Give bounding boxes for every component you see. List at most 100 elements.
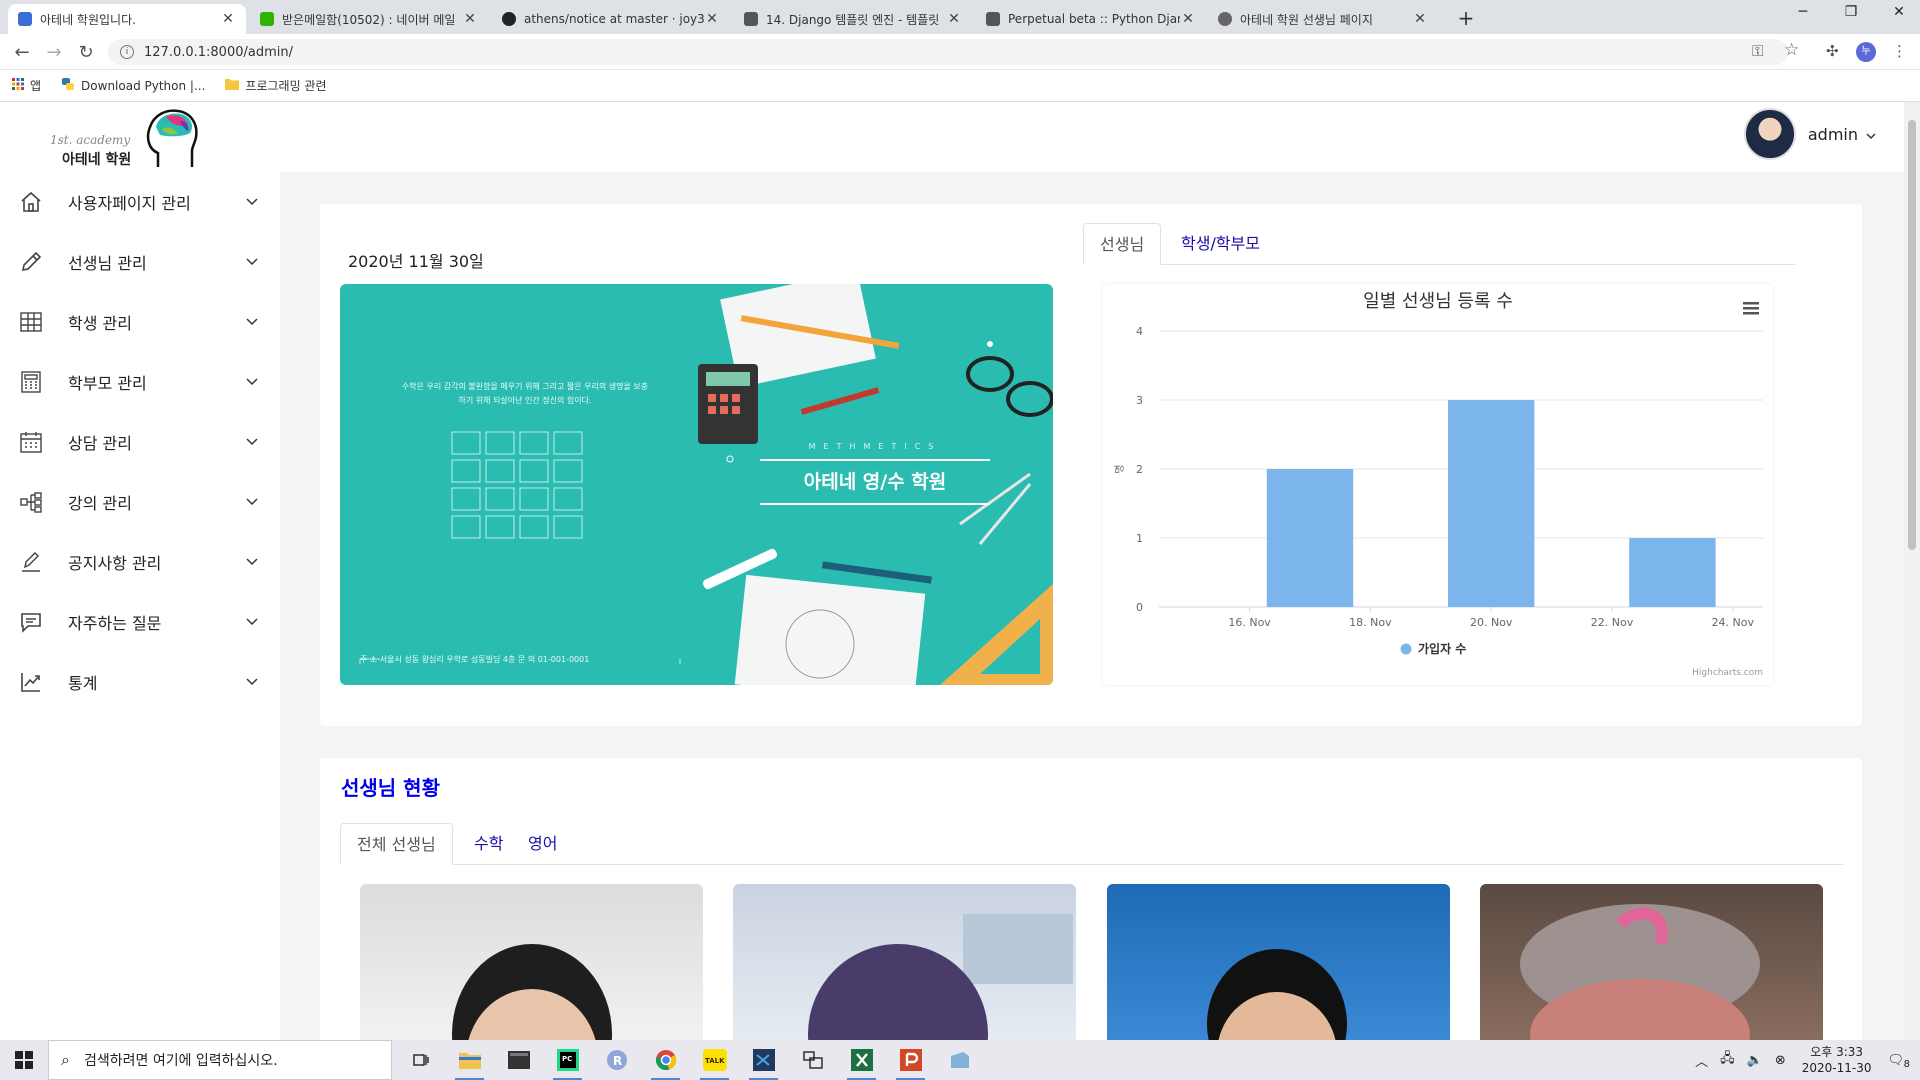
close-tab-icon[interactable]: ✕ [1412, 11, 1428, 27]
restore-window-icon[interactable]: ❐ [1836, 4, 1866, 20]
notification-center-icon[interactable]: 🗨 8 [1887, 1053, 1910, 1070]
vscode-icon[interactable] [739, 1040, 788, 1080]
powerpoint-icon[interactable] [886, 1040, 935, 1080]
minimize-window-icon[interactable]: ─ [1788, 4, 1818, 20]
site-favicon-icon [18, 12, 32, 26]
registration-chart: 일별 선생님 등록 수 0 1 2 3 4 명 16. Nov 18. Nov 20. Nov 22… [1103, 284, 1773, 685]
sidebar-item-teachers[interactable]: 선생님 관리 [0, 232, 280, 292]
close-tab-icon[interactable]: ✕ [704, 11, 720, 27]
academy-banner-image: 수학은 우리 감각의 불완함을 메우기 위해 그리고 짧은 우리의 생명을 보충… [340, 284, 1053, 685]
bookmark-star-icon[interactable]: ☆ [1784, 40, 1799, 60]
chrome-icon[interactable] [641, 1040, 690, 1080]
volume-icon[interactable]: 🔈 [1747, 1053, 1763, 1068]
sidebar-item-label: 강의 관리 [68, 494, 132, 513]
chevron-down-icon [246, 495, 266, 509]
banner-quote: 수학은 우리 감각의 불완함을 메우기 위해 그리고 짧은 우리의 생명을 보충… [401, 382, 649, 405]
x-tick-label: 22. Nov [1591, 616, 1634, 629]
browser-tab[interactable]: 14. Django 템플릿 엔진 - 템플릿 ✕ [734, 4, 972, 34]
sidebar-item-faq[interactable]: 자주하는 질문 [0, 592, 280, 652]
sidebar-item-user-pages[interactable]: 사용자페이지 관리 [0, 172, 280, 232]
tab-teachers[interactable]: 선생님 [1083, 223, 1162, 265]
tab-math[interactable]: 수학 [458, 823, 519, 865]
browser-tab-title: 아테네 학원 선생님 페이지 [1240, 12, 1373, 27]
key-icon[interactable]: ⚿ [1752, 42, 1763, 60]
page-scrollbar[interactable] [1904, 102, 1920, 1040]
chevron-down-icon [246, 375, 266, 389]
windows-start-icon[interactable] [0, 1040, 48, 1080]
notification-count: 8 [1903, 1058, 1910, 1070]
chart-menu-icon[interactable] [1743, 302, 1759, 315]
teacher-photo[interactable] [360, 884, 703, 1040]
reload-icon[interactable]: ↻ [76, 42, 96, 63]
search-placeholder: 검색하려면 여기에 입력하십시오. [83, 1053, 278, 1069]
chevron-down-icon [246, 195, 266, 209]
teacher-photo[interactable] [733, 884, 1076, 1040]
browser-tab-title: 아테네 학원입니다. [40, 12, 136, 27]
new-tab-button[interactable]: + [1454, 6, 1478, 30]
forward-arrow-icon[interactable]: → [44, 42, 64, 63]
network-icon[interactable]: 🖧 [1720, 1049, 1735, 1071]
app-icon[interactable] [935, 1040, 984, 1080]
user-menu[interactable]: admin [1743, 108, 1876, 160]
tab-all-teachers[interactable]: 전체 선생님 [340, 823, 453, 865]
bookmark-label: Download Python |... [81, 78, 206, 93]
sidebar-item-parents[interactable]: 학부모 관리 [0, 352, 280, 412]
window-manager-icon[interactable] [788, 1040, 837, 1080]
tab-students-parents[interactable]: 학생/학부모 [1165, 223, 1276, 265]
bookmark-folder[interactable]: 프로그래밍 관련 [225, 77, 327, 94]
browser-tab[interactable]: athens/notice at master · joy39 ✕ [492, 4, 730, 34]
academy-logo[interactable]: 1st. academy 아테네 학원 [50, 107, 200, 177]
sidebar-item-notices[interactable]: 공지사항 관리 [0, 532, 280, 592]
close-window-icon[interactable]: ✕ [1884, 4, 1914, 20]
taskbar-search-input[interactable]: ⌕ 검색하려면 여기에 입력하십시오. [48, 1040, 392, 1080]
sidebar-item-label: 선생님 관리 [68, 254, 147, 273]
profile-avatar-icon[interactable]: 누 [1856, 42, 1876, 62]
browser-tab-active[interactable]: 아테네 학원입니다. ✕ [8, 4, 246, 34]
sidebar-item-label: 자주하는 질문 [68, 614, 162, 633]
x-tick-label: 18. Nov [1349, 616, 1392, 629]
terminal-icon[interactable] [494, 1040, 543, 1080]
sidebar-item-label: 통계 [68, 674, 98, 693]
browser-tab-title: athens/notice at master · joy39 [524, 12, 704, 26]
close-tab-icon[interactable]: ✕ [1180, 11, 1196, 27]
teacher-photo[interactable] [1107, 884, 1450, 1040]
y-tick-label: 2 [1136, 463, 1143, 476]
kakaotalk-icon[interactable]: TALK [690, 1040, 739, 1080]
calendar-icon [18, 429, 44, 455]
sidebar-item-consultation[interactable]: 상담 관리 [0, 412, 280, 472]
scrollbar-thumb[interactable] [1908, 120, 1916, 550]
close-tab-icon[interactable]: ✕ [462, 11, 478, 27]
bookmark-apps[interactable]: 앱 [12, 77, 41, 94]
show-hidden-icons-icon[interactable]: ︿ [1695, 1051, 1708, 1070]
more-menu-icon[interactable]: ⋮ [1892, 42, 1907, 60]
sidebar-item-statistics[interactable]: 통계 [0, 652, 280, 712]
browser-tab[interactable]: Perpetual beta :: Python Django ✕ [976, 4, 1206, 34]
browser-tab[interactable]: 받은메일함(10502) : 네이버 메일 ✕ [250, 4, 488, 34]
extensions-puzzle-icon[interactable]: ✣ [1826, 42, 1839, 60]
system-tray: ︿ 🖧 🔈 ⊗ 오후 3:33 2020-11-30 🗨 8 [1689, 1040, 1920, 1080]
teacher-photo[interactable] [1480, 884, 1823, 1040]
admin-page: 1st. academy 아테네 학원 사용자페이지 관리 선생님 관리 학생 … [0, 102, 1904, 1040]
sidebar-item-lectures[interactable]: 강의 관리 [0, 472, 280, 532]
back-arrow-icon[interactable]: ← [12, 42, 32, 63]
url-field[interactable]: i 127.0.0.1:8000/admin/ [108, 39, 1788, 65]
bookmark-label: 프로그래밍 관련 [245, 79, 327, 93]
task-view-icon[interactable] [396, 1040, 445, 1080]
excel-icon[interactable] [837, 1040, 886, 1080]
tab-english[interactable]: 영어 [512, 823, 573, 865]
file-explorer-icon[interactable] [445, 1040, 494, 1080]
close-tab-icon[interactable]: ✕ [220, 11, 236, 27]
taskbar-clock[interactable]: 오후 3:33 2020-11-30 [1802, 1044, 1872, 1076]
status-icon[interactable]: ⊗ [1775, 1053, 1786, 1068]
logo-title: 아테네 학원 [62, 152, 132, 168]
brain-head-logo-icon [146, 109, 198, 167]
close-tab-icon[interactable]: ✕ [946, 11, 962, 27]
github-favicon-icon [502, 12, 516, 26]
bookmark-python[interactable]: Download Python |... [61, 77, 205, 94]
chat-icon [18, 609, 44, 635]
sidebar-item-students[interactable]: 학생 관리 [0, 292, 280, 352]
browser-tab[interactable]: 아테네 학원 선생님 페이지 ✕ [1208, 4, 1438, 34]
site-info-icon[interactable]: i [120, 45, 134, 59]
r-icon[interactable]: R [592, 1040, 641, 1080]
pycharm-icon[interactable]: PC [543, 1040, 592, 1080]
